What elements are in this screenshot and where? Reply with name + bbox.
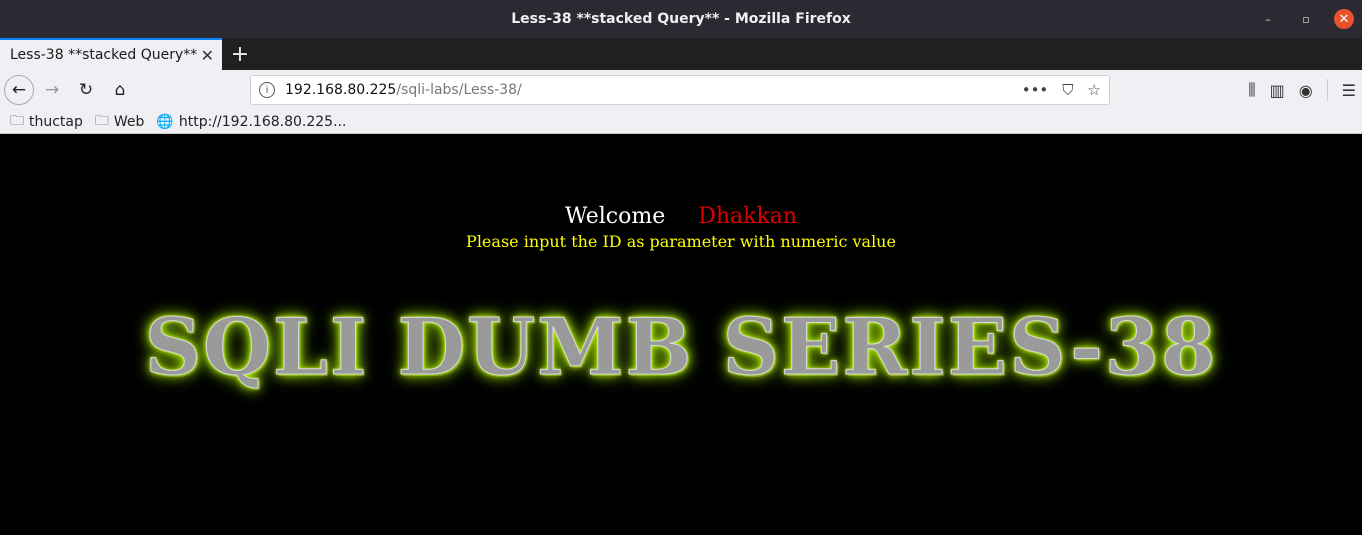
bookmark-label: Web bbox=[113, 113, 145, 130]
minimize-icon[interactable]: – bbox=[1258, 9, 1278, 29]
bookmark-web[interactable]: 🗀 Web bbox=[95, 110, 145, 134]
globe-icon: 🌐 bbox=[156, 113, 174, 130]
toolbar-right: ⫼ ▥ ◉ ☰ bbox=[1248, 70, 1356, 110]
reload-button[interactable]: ↻ bbox=[70, 74, 102, 106]
folder-icon: 🗀 bbox=[10, 112, 24, 129]
tab-less-38[interactable]: Less-38 **stacked Query** ✕ bbox=[0, 38, 222, 70]
instruction-text: Please input the ID as parameter with nu… bbox=[466, 232, 896, 251]
window-controls: – ▫ ✕ bbox=[1258, 0, 1354, 38]
url-bar[interactable]: i 192.168.80.225/sqli-labs/Less-38/ ••• … bbox=[250, 75, 1110, 105]
toolbar-separator bbox=[1326, 79, 1328, 101]
bookmark-label: http://192.168.80.225... bbox=[178, 113, 347, 130]
url-actions: ••• ⛉ ☆ bbox=[1022, 81, 1101, 99]
bookmark-label: thuctap bbox=[29, 113, 83, 130]
welcome-text: Welcome bbox=[564, 204, 666, 229]
series-banner: SQLI DUMB SERIES-38 bbox=[0, 302, 1362, 394]
restore-icon[interactable]: ▫ bbox=[1296, 9, 1316, 29]
bookmark-url[interactable]: 🌐 http://192.168.80.225... bbox=[156, 114, 346, 130]
account-icon[interactable]: ◉ bbox=[1299, 81, 1313, 100]
site-info-icon[interactable]: i bbox=[259, 82, 275, 98]
home-button[interactable]: ⌂ bbox=[104, 74, 136, 106]
tab-title: Less-38 **stacked Query** bbox=[10, 47, 198, 63]
new-tab-button[interactable]: + bbox=[222, 38, 258, 70]
navigation-toolbar: ← → ↻ ⌂ i 192.168.80.225/sqli-labs/Less-… bbox=[0, 70, 1362, 110]
tab-bar: Less-38 **stacked Query** ✕ + bbox=[0, 38, 1362, 70]
page-content: Welcome Dhakkan Please input the ID as p… bbox=[0, 134, 1362, 535]
welcome-line: Welcome Dhakkan bbox=[0, 204, 1362, 229]
window-title: Less-38 **stacked Query** - Mozilla Fire… bbox=[511, 11, 851, 27]
menu-icon[interactable]: ☰ bbox=[1342, 81, 1356, 100]
banner-title: SQLI DUMB SERIES-38 bbox=[144, 302, 1218, 394]
library-icon[interactable]: ⫼ bbox=[1248, 80, 1255, 100]
window-titlebar: Less-38 **stacked Query** - Mozilla Fire… bbox=[0, 0, 1362, 38]
sidebar-icon[interactable]: ▥ bbox=[1270, 81, 1285, 100]
bookmark-thuctap[interactable]: 🗀 thuctap bbox=[10, 110, 83, 134]
folder-icon: 🗀 bbox=[94, 112, 109, 129]
page-actions-icon[interactable]: ••• bbox=[1022, 81, 1049, 99]
url-host: 192.168.80.225 bbox=[285, 82, 397, 98]
bookmarks-toolbar: 🗀 thuctap 🗀 Web 🌐 http://192.168.80.225.… bbox=[0, 110, 1362, 134]
bookmark-star-icon[interactable]: ☆ bbox=[1088, 81, 1101, 99]
back-button[interactable]: ← bbox=[4, 75, 34, 105]
url-path: /sqli-labs/Less-38/ bbox=[396, 82, 522, 98]
forward-button[interactable]: → bbox=[36, 74, 68, 106]
user-name: Dhakkan bbox=[698, 204, 798, 229]
pocket-icon[interactable]: ⛉ bbox=[1062, 81, 1073, 99]
close-window-icon[interactable]: ✕ bbox=[1334, 9, 1354, 29]
tab-close-icon[interactable]: ✕ bbox=[201, 46, 214, 65]
